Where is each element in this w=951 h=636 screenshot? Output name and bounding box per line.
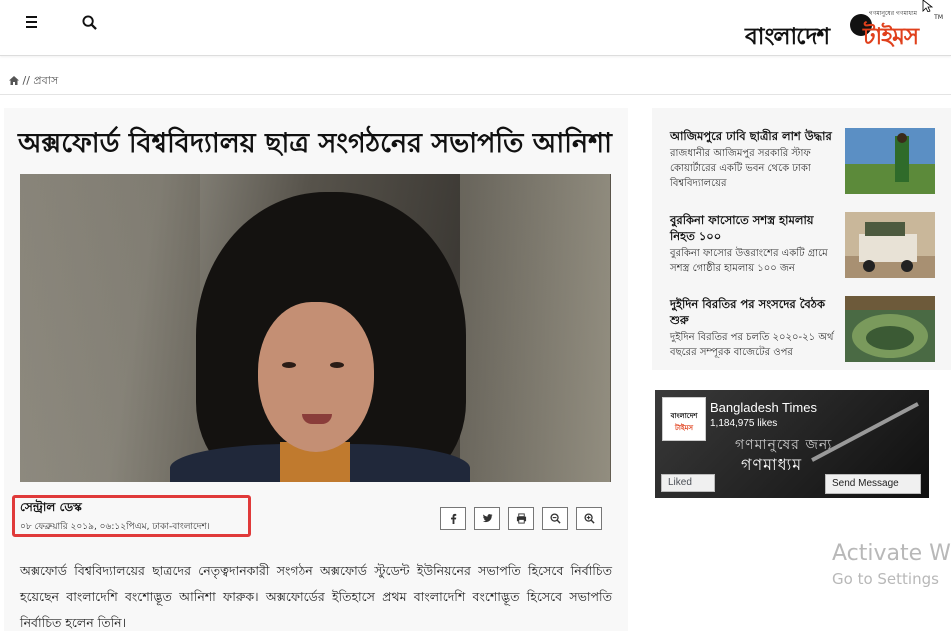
avatar-text-red: টাইমস (675, 424, 693, 432)
facebook-page-name[interactable]: Bangladesh Times (710, 400, 817, 415)
news-thumbnail[interactable] (845, 296, 935, 362)
widget-slogan-line2: গণমাধ্যম (741, 455, 803, 474)
liked-label: Liked (668, 477, 692, 488)
facebook-likes-count: 1,184,975 likes (710, 418, 778, 429)
news-title[interactable]: বুরকিনা ফাসোতে সশস্ত্র হামলায় নিহত ১০০ (670, 212, 838, 244)
news-title[interactable]: দুইদিন বিরতির পর সংসদের বৈঠক শুরু (670, 296, 838, 328)
twitter-icon (482, 514, 493, 523)
facebook-share-button[interactable] (440, 507, 466, 530)
watermark-line1: Activate W (832, 541, 951, 566)
facebook-icon (450, 513, 456, 524)
zoom-in-button[interactable] (576, 507, 602, 530)
breadcrumb: // প্রবাস (9, 72, 58, 91)
news-title[interactable]: আজিমপুরে ঢাবি ছাত্রীর লাশ উদ্ধার (670, 128, 838, 144)
header-divider (0, 94, 951, 95)
facebook-send-message-button[interactable]: Send Message (825, 474, 921, 494)
watermark-line2: Go to Settings (832, 570, 939, 588)
logo-text-bangladesh: বাংলাদেশ (745, 23, 830, 50)
sidebar-news-item[interactable]: বুরকিনা ফাসোতে সশস্ত্র হামলায় নিহত ১০০ … (670, 212, 950, 278)
top-navigation-bar: গণমানুষের গণমাধ্যম বাংলাদেশ টাইমস TM (0, 0, 951, 56)
zoom-in-icon (583, 513, 595, 524)
site-logo[interactable]: গণমানুষের গণমাধ্যম বাংলাদেশ টাইমস TM (745, 8, 945, 50)
facebook-page-widget[interactable]: বাংলাদেশ টাইমস Bangladesh Times 1,184,97… (655, 390, 929, 498)
zoom-out-button[interactable] (542, 507, 568, 530)
sidebar-news-item[interactable]: দুইদিন বিরতির পর সংসদের বৈঠক শুরু দুইদিন… (670, 296, 950, 362)
logo-text-times: টাইমস (863, 23, 919, 50)
breadcrumb-separator: // (22, 74, 30, 87)
facebook-page-avatar[interactable]: বাংলাদেশ টাইমস (662, 397, 706, 441)
hamburger-menu-icon[interactable] (20, 12, 44, 34)
facebook-liked-button[interactable]: Liked (661, 474, 715, 492)
twitter-share-button[interactable] (474, 507, 500, 530)
article-headline: অক্সফোর্ড বিশ্ববিদ্যালয় ছাত্র সংগঠনের স… (18, 128, 612, 159)
trademark-mark: TM (934, 14, 943, 21)
news-summary: বুরকিনা ফাসোর উত্তরাংশের একটি গ্রামে সশস… (670, 248, 828, 274)
print-icon (516, 513, 526, 524)
print-button[interactable] (508, 507, 534, 530)
send-message-label: Send Message (832, 478, 899, 489)
article-body: অক্সফোর্ড বিশ্ববিদ্যালয়ের ছাত্রদের নেতৃ… (20, 563, 612, 630)
article-hero-image (20, 174, 611, 482)
news-summary: রাজধানীর আজিমপুর সরকারি স্টাফ কোয়ার্টার… (670, 148, 811, 189)
article-dateline: ০৮ ফেব্রুয়ারি ২০১৯, ০৬:১২পিএম, ঢাকা-বাং… (20, 522, 210, 532)
avatar-text: বাংলাদেশ (670, 412, 698, 420)
news-summary: দুইদিন বিরতির পর চলতি ২০২০-২১ অর্থ বছরের… (670, 332, 834, 358)
news-thumbnail[interactable] (845, 128, 935, 194)
breadcrumb-section-link[interactable]: প্রবাস (33, 74, 58, 87)
search-icon[interactable] (82, 12, 102, 34)
news-thumbnail[interactable] (845, 212, 935, 278)
sidebar-news-item[interactable]: আজিমপুরে ঢাবি ছাত্রীর লাশ উদ্ধার রাজধানী… (670, 128, 950, 194)
mouse-cursor-icon (922, 0, 934, 12)
zoom-out-icon (549, 513, 561, 524)
article-author: সেন্ট্রাল ডেস্ক (20, 500, 82, 514)
windows-activation-watermark: Activate W Go to Settings (832, 541, 951, 588)
home-icon[interactable] (9, 76, 19, 85)
